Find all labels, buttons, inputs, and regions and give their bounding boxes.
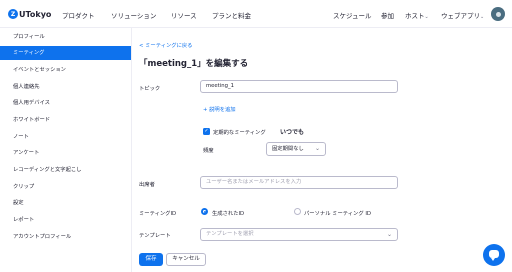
generated-id-label: 生成されたID xyxy=(212,211,245,217)
sidebar-item-settings[interactable]: 設定 xyxy=(0,196,131,210)
personal-meeting-id-label: パーソナル ミーティング ID xyxy=(304,211,371,217)
chat-button[interactable] xyxy=(483,244,505,266)
sidebar-item-clips[interactable]: クリップ xyxy=(0,180,131,194)
top-navigation-bar: Z UTokyo プロダクト ソリューション リソース プランと料金 スケジュー… xyxy=(0,0,512,28)
nav-webapp-label: ウェブアプリ xyxy=(441,12,480,20)
nav-host-label: ホスト xyxy=(405,12,425,20)
sidebar-item-events[interactable]: イベントとセッション xyxy=(0,63,131,77)
chevron-down-icon: ⌄ xyxy=(480,14,485,20)
sidebar-item-profile[interactable]: プロフィール xyxy=(0,30,131,44)
sidebar-item-account-profile[interactable]: アカウントプロフィール xyxy=(0,230,131,244)
chevron-down-icon: ⌄ xyxy=(424,14,429,20)
attendees-label: 出席者 xyxy=(139,182,155,188)
nav-join[interactable]: 参加 xyxy=(381,10,394,20)
sidebar-item-reports[interactable]: レポート xyxy=(0,213,131,227)
frequency-label: 頻度 xyxy=(203,148,214,154)
template-label: テンプレート xyxy=(139,233,171,239)
sidebar-item-contacts[interactable]: 個人連絡先 xyxy=(0,80,131,94)
nav-pricing[interactable]: プランと料金 xyxy=(212,10,251,20)
nav-resources[interactable]: リソース xyxy=(171,10,197,20)
add-description-link[interactable]: + 説明を追加 xyxy=(203,105,236,113)
sidebar-item-notes[interactable]: ノート xyxy=(0,130,131,144)
page-title: 「meeting_1」を編集する xyxy=(139,59,249,69)
chevron-down-icon: ⌄ xyxy=(314,145,320,152)
topic-input[interactable]: meeting_1 xyxy=(200,80,398,93)
back-to-meetings-link[interactable]: < ミーティングに戻る xyxy=(139,41,192,49)
sidebar-item-surveys[interactable]: アンケート xyxy=(0,146,131,160)
nav-schedule[interactable]: スケジュール xyxy=(333,10,372,20)
sidebar: プロフィール ミーティング イベントとセッション 個人連絡先 個人用デバイス ホ… xyxy=(0,28,131,272)
logo[interactable]: Z UTokyo xyxy=(8,9,51,19)
generated-id-radio[interactable] xyxy=(201,208,208,215)
meeting-id-label: ミーティングID xyxy=(139,211,177,217)
frequency-select[interactable]: 固定期間なし ⌄ xyxy=(266,142,326,156)
attendees-input[interactable]: ユーザー名またはメールアドレスを入力 xyxy=(200,176,398,189)
recurring-label: 定期的なミーティング xyxy=(213,130,266,136)
user-icon xyxy=(495,11,501,17)
frequency-value: 固定期間なし xyxy=(272,146,304,152)
sidebar-item-meetings[interactable]: ミーティング xyxy=(0,46,131,60)
zoom-logo-icon: Z xyxy=(8,9,18,19)
recurrence-summary: いつでも xyxy=(280,129,305,136)
topic-label: トピック xyxy=(139,86,161,92)
cancel-button[interactable]: キャンセル xyxy=(166,253,206,266)
chat-bubble-icon xyxy=(489,250,499,261)
chevron-down-icon: ⌄ xyxy=(386,231,392,238)
nav-products[interactable]: プロダクト xyxy=(62,10,95,20)
save-button[interactable]: 保存 xyxy=(139,253,163,266)
recurring-checkbox[interactable]: ✓ xyxy=(203,128,210,135)
sidebar-item-whiteboard[interactable]: ホワイトボード xyxy=(0,113,131,127)
template-select[interactable]: テンプレートを選択 ⌄ xyxy=(200,228,398,241)
personal-meeting-id-radio[interactable] xyxy=(294,208,301,215)
logo-text: UTokyo xyxy=(19,9,52,19)
nav-solutions[interactable]: ソリューション xyxy=(111,10,156,20)
sidebar-item-recordings[interactable]: レコーディングと文字起こし xyxy=(0,163,131,177)
template-placeholder: テンプレートを選択 xyxy=(206,231,254,237)
nav-webapp-dropdown[interactable]: ウェブアプリ⌄ xyxy=(441,10,484,20)
nav-host-dropdown[interactable]: ホスト⌄ xyxy=(405,10,429,20)
sidebar-divider xyxy=(131,28,132,272)
sidebar-item-devices[interactable]: 個人用デバイス xyxy=(0,96,131,110)
avatar[interactable] xyxy=(491,7,505,21)
